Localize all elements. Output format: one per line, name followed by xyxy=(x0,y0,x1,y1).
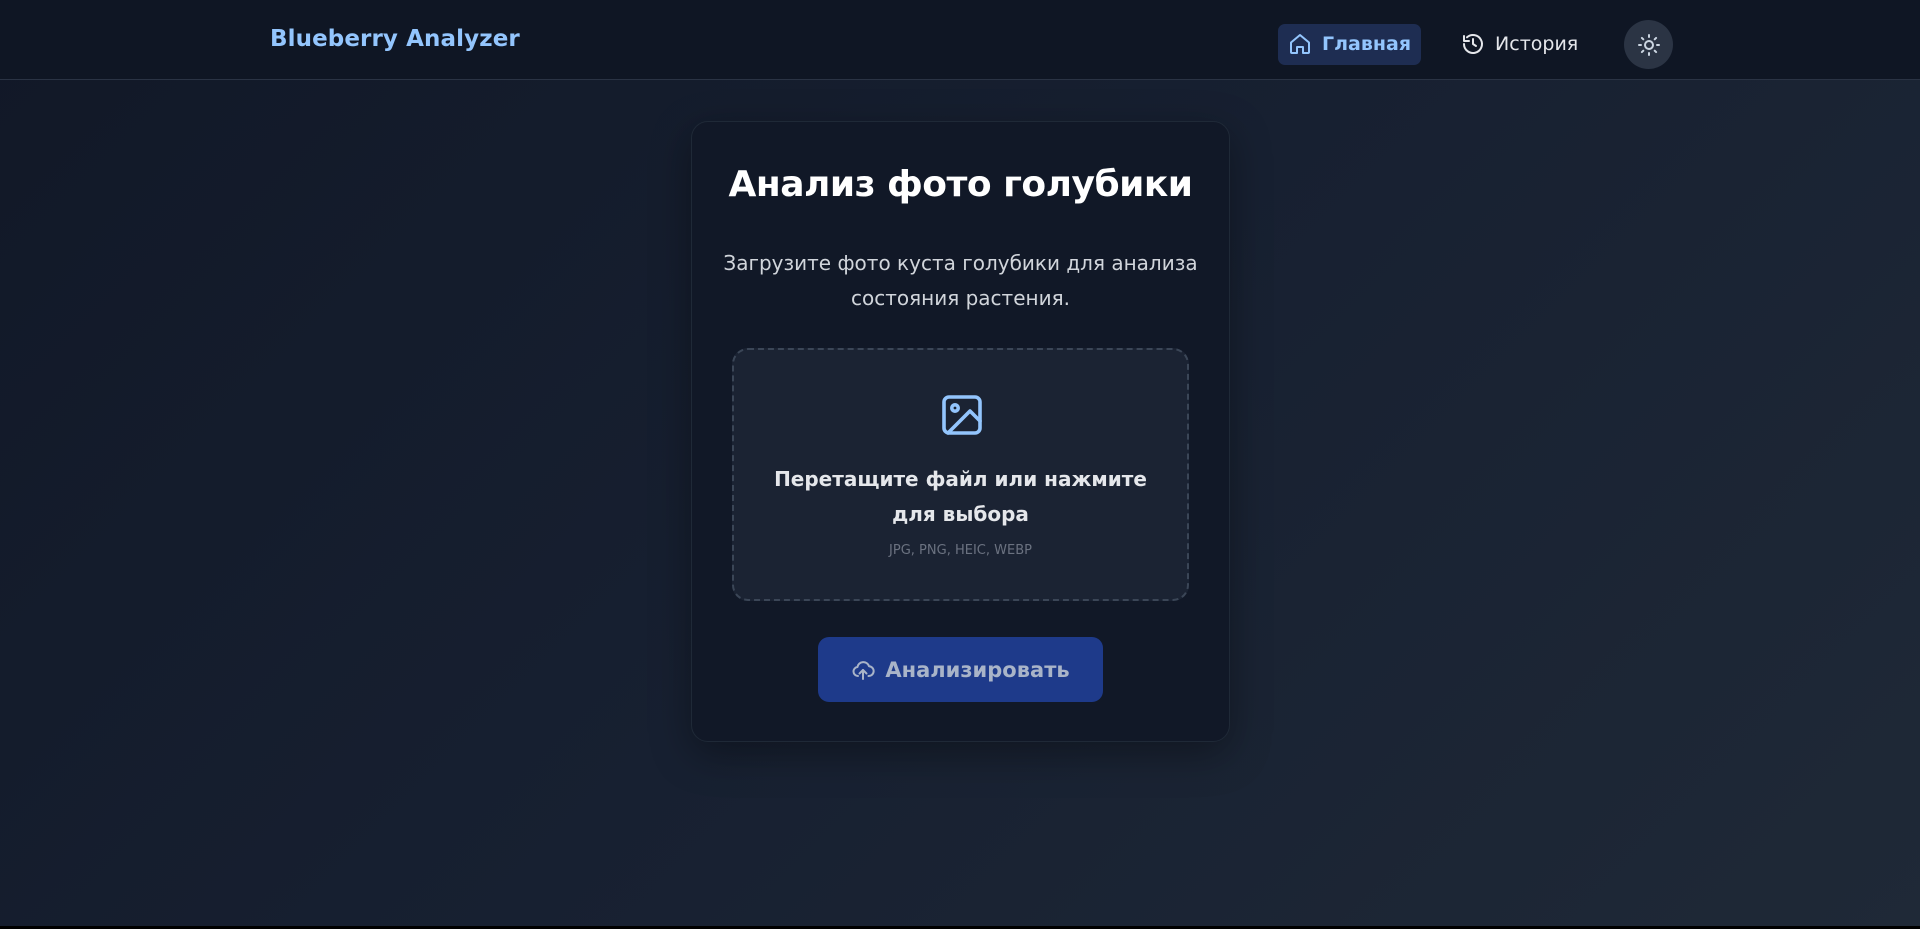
analyze-button-label: Анализировать xyxy=(885,657,1070,682)
page-title: Анализ фото голубики xyxy=(728,164,1193,205)
file-dropzone[interactable]: Перетащите файл или нажмите для выбора J… xyxy=(732,348,1189,601)
cloud-upload-icon xyxy=(851,658,875,682)
dropzone-title: Перетащите файл или нажмите для выбора xyxy=(774,467,1147,526)
nav-home-label: Главная xyxy=(1322,33,1412,55)
analyze-button[interactable]: Анализировать xyxy=(818,637,1103,702)
main-nav: Главная История xyxy=(1278,19,1674,69)
theme-toggle-button[interactable] xyxy=(1624,20,1674,69)
page-subtitle: Загрузите фото куста голубики для анализ… xyxy=(723,251,1198,310)
dropzone-formats: JPG, PNG, HEIC, WEBP xyxy=(889,543,1032,558)
analysis-card: Анализ фото голубики Загрузите фото куст… xyxy=(691,121,1230,742)
sun-icon xyxy=(1637,33,1661,57)
nav-history-label: История xyxy=(1495,33,1579,55)
nav-history-link[interactable]: История xyxy=(1451,24,1588,65)
home-icon xyxy=(1288,32,1312,56)
image-icon xyxy=(938,391,986,439)
top-navbar: Blueberry Analyzer Главная История xyxy=(0,0,1920,80)
nav-home-link[interactable]: Главная xyxy=(1278,23,1422,65)
history-icon xyxy=(1461,32,1485,56)
brand-logo-text[interactable]: Blueberry Analyzer xyxy=(270,26,520,52)
